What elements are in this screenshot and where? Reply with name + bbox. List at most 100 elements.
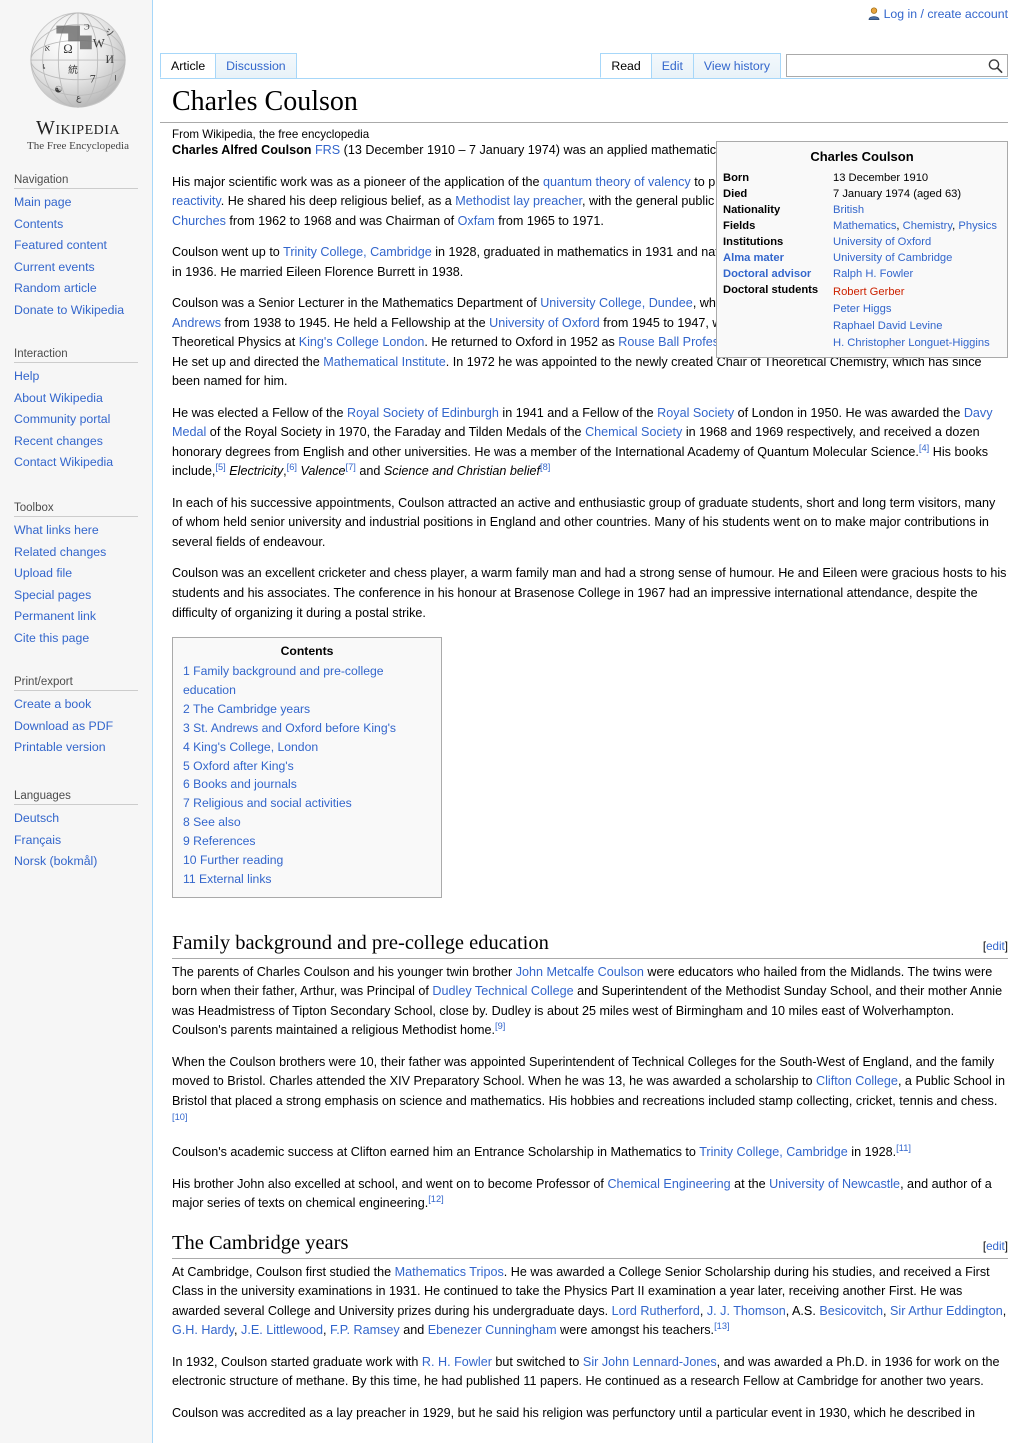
sidebar-item-cite-this-page[interactable]: Cite this page xyxy=(0,628,152,650)
infobox-value-link[interactable]: University of Cambridge xyxy=(833,252,952,264)
wiki-link[interactable]: Trinity College, Cambridge xyxy=(283,245,432,259)
sidebar-link-label[interactable]: Create a book xyxy=(14,697,91,711)
infobox-value-link[interactable]: British xyxy=(833,204,864,216)
wiki-link[interactable]: Dudley Technical College xyxy=(432,984,573,998)
toc-item-label[interactable]: Family background and pre-college educat… xyxy=(183,664,384,697)
sidebar-link-label[interactable]: Main page xyxy=(14,195,71,209)
wiki-link[interactable]: Lord Rutherford xyxy=(612,1304,700,1318)
sidebar-link-label[interactable]: Help xyxy=(14,369,39,383)
toc-item[interactable]: 7 Religious and social activities xyxy=(183,794,431,813)
sidebar-item-help[interactable]: Help xyxy=(0,366,152,388)
search-input[interactable] xyxy=(787,55,983,76)
toc-item[interactable]: 10 Further reading xyxy=(183,851,431,870)
reference-marker[interactable]: [8] xyxy=(540,462,550,472)
sidebar-item-upload-file[interactable]: Upload file xyxy=(0,563,152,585)
infobox-value-link[interactable]: Physics xyxy=(958,220,997,232)
toc-item[interactable]: 1 Family background and pre-college educ… xyxy=(183,662,431,700)
wiki-link[interactable]: Oxfam xyxy=(458,214,495,228)
reference-marker[interactable]: [10] xyxy=(172,1111,188,1121)
toc-item[interactable]: 9 References xyxy=(183,832,431,851)
infobox-student-redlink[interactable]: Robert Gerber xyxy=(833,284,1001,301)
sidebar-link-label[interactable]: About Wikipedia xyxy=(14,391,103,405)
infobox-student-link[interactable]: H. Christopher Longuet-Higgins xyxy=(833,335,1001,352)
sidebar-item-related-changes[interactable]: Related changes xyxy=(0,542,152,564)
sidebar-item-deutsch[interactable]: Deutsch xyxy=(0,808,152,830)
sidebar-item-featured-content[interactable]: Featured content xyxy=(0,235,152,257)
sidebar-link-label[interactable]: Upload file xyxy=(14,566,72,580)
reference-marker[interactable]: [9] xyxy=(495,1021,505,1031)
tab-article[interactable]: Article xyxy=(160,53,217,78)
wiki-link[interactable]: Royal Society of Edinburgh xyxy=(347,406,499,420)
section-edit-link-family[interactable]: [edit] xyxy=(983,940,1008,953)
sidebar-link-label[interactable]: Random article xyxy=(14,281,97,295)
toc-item[interactable]: 3 St. Andrews and Oxford before King's xyxy=(183,719,431,738)
infobox-student-link[interactable]: Peter Higgs xyxy=(833,301,1001,318)
tab-discussion[interactable]: Discussion xyxy=(215,53,297,78)
sidebar-item-special-pages[interactable]: Special pages xyxy=(0,585,152,607)
toc-item-label[interactable]: References xyxy=(193,834,255,848)
sidebar-link-label[interactable]: Community portal xyxy=(14,412,110,426)
sidebar-link-label[interactable]: Recent changes xyxy=(14,434,103,448)
wiki-link[interactable]: Besicovitch xyxy=(819,1304,883,1318)
toc-item-label[interactable]: Oxford after King's xyxy=(193,759,294,773)
tab-view-history[interactable]: View history xyxy=(692,53,781,78)
wiki-link[interactable]: University of Newcastle xyxy=(769,1177,900,1191)
wiki-link[interactable]: Trinity College, Cambridge xyxy=(699,1145,848,1159)
wiki-link[interactable]: Sir Arthur Eddington xyxy=(890,1304,1003,1318)
sidebar-item-random-article[interactable]: Random article xyxy=(0,278,152,300)
sidebar-item-contents[interactable]: Contents xyxy=(0,214,152,236)
reference-marker[interactable]: [7] xyxy=(346,462,356,472)
reference-marker[interactable]: [11] xyxy=(896,1143,911,1153)
toc-item[interactable]: 5 Oxford after King's xyxy=(183,757,431,776)
sidebar-item-printable-version[interactable]: Printable version xyxy=(0,737,152,759)
sidebar-link-label[interactable]: Deutsch xyxy=(14,811,59,825)
toc-item-label[interactable]: King's College, London xyxy=(193,740,318,754)
reference-marker[interactable]: [5] xyxy=(215,462,225,472)
sidebar-link-label[interactable]: Norsk (bokmål) xyxy=(14,854,97,868)
wiki-link[interactable]: Mathematical Institute xyxy=(323,355,446,369)
sidebar-link-label[interactable]: Featured content xyxy=(14,238,107,252)
wiki-link[interactable]: reactivity xyxy=(172,194,221,208)
toc-item[interactable]: 4 King's College, London xyxy=(183,738,431,757)
wiki-link[interactable]: G.H. Hardy xyxy=(172,1323,234,1337)
toc-item-label[interactable]: Religious and social activities xyxy=(193,796,352,810)
infobox-label[interactable]: Doctoral advisor xyxy=(721,266,829,282)
wiki-link[interactable]: Ebenezer Cunningham xyxy=(428,1323,557,1337)
toc-item-label[interactable]: External links xyxy=(199,872,271,886)
wiki-link[interactable]: R. H. Fowler xyxy=(422,1355,492,1369)
wiki-link[interactable]: FRS xyxy=(315,143,340,157)
sidebar-link-label[interactable]: Contents xyxy=(14,217,63,231)
sidebar-link-label[interactable]: Donate to Wikipedia xyxy=(14,303,124,317)
reference-marker[interactable]: [4] xyxy=(919,443,929,453)
wiki-link[interactable]: Methodist lay preacher xyxy=(455,194,582,208)
infobox-label[interactable]: Alma mater xyxy=(721,250,829,266)
sidebar-item-contact-wikipedia[interactable]: Contact Wikipedia xyxy=(0,452,152,474)
sidebar-link-label[interactable]: Printable version xyxy=(14,740,106,754)
wiki-link[interactable]: John Metcalfe Coulson xyxy=(516,965,644,979)
wikipedia-logo[interactable]: Ω W И 統 7 א เ । Э シ ☯ ع WIKIPEDIA The Fr… xyxy=(8,8,148,158)
reference-marker[interactable]: [12] xyxy=(428,1194,444,1204)
wiki-link[interactable]: F.P. Ramsey xyxy=(330,1323,400,1337)
infobox-student-link[interactable]: Raphael David Levine xyxy=(833,318,1001,335)
sidebar-item-norsk[interactable]: Norsk (bokmål) xyxy=(0,851,152,873)
toc-item-label[interactable]: See also xyxy=(193,815,240,829)
reference-marker[interactable]: [6] xyxy=(287,462,297,472)
wiki-link[interactable]: University of Oxford xyxy=(489,316,600,330)
toc-item-label[interactable]: Books and journals xyxy=(193,777,297,791)
section-edit-link-cambridge[interactable]: [edit] xyxy=(983,1240,1008,1253)
toc-item[interactable]: 6 Books and journals xyxy=(183,775,431,794)
wiki-link[interactable]: King's College London xyxy=(299,335,425,349)
sidebar-link-label[interactable]: Contact Wikipedia xyxy=(14,455,113,469)
infobox-value-link[interactable]: Mathematics xyxy=(833,220,896,232)
infobox-value-link[interactable]: Ralph H. Fowler xyxy=(833,268,913,280)
sidebar-item-download-as-pdf[interactable]: Download as PDF xyxy=(0,716,152,738)
wiki-link[interactable]: University College, Dundee xyxy=(540,296,693,310)
search-icon[interactable] xyxy=(987,58,1004,74)
toc-item[interactable]: 2 The Cambridge years xyxy=(183,700,431,719)
sidebar-item-recent-changes[interactable]: Recent changes xyxy=(0,431,152,453)
sidebar-item-donate[interactable]: Donate to Wikipedia xyxy=(0,300,152,322)
sidebar-link-label[interactable]: What links here xyxy=(14,523,99,537)
toc-item-label[interactable]: Further reading xyxy=(200,853,283,867)
reference-marker[interactable]: [13] xyxy=(714,1321,730,1331)
wiki-link[interactable]: Chemical Society xyxy=(585,425,682,439)
